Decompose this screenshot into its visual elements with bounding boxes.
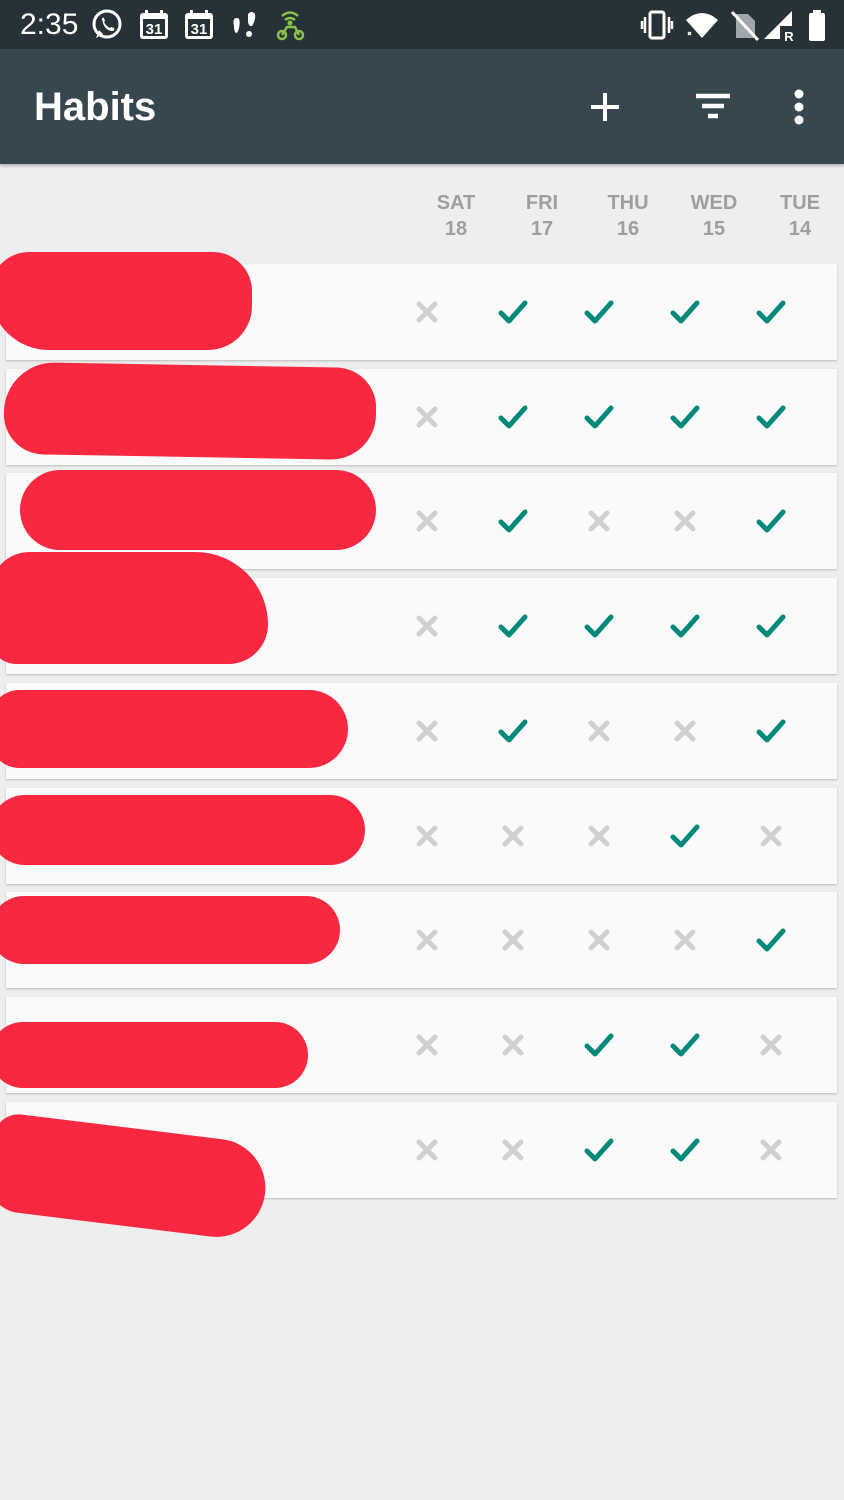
cross-icon[interactable]: [403, 1021, 451, 1069]
day-date: 14: [788, 218, 812, 240]
redaction-mark: [0, 552, 268, 664]
cross-icon[interactable]: [661, 497, 709, 545]
add-icon[interactable]: [579, 81, 631, 133]
check-icon[interactable]: [747, 916, 795, 964]
day-column-header: FRI 17: [502, 190, 582, 242]
cross-icon[interactable]: [489, 812, 537, 860]
cross-icon[interactable]: [403, 497, 451, 545]
redaction-mark: [0, 896, 340, 964]
cross-icon[interactable]: [489, 1021, 537, 1069]
svg-text:R: R: [784, 29, 794, 42]
app-bar: Habits: [0, 49, 844, 164]
check-icon[interactable]: [661, 812, 709, 860]
check-icon[interactable]: [661, 288, 709, 336]
vibrate-icon: [640, 10, 674, 40]
cross-icon[interactable]: [403, 707, 451, 755]
day-date: 15: [702, 218, 726, 240]
cross-icon[interactable]: [575, 812, 623, 860]
cross-icon[interactable]: [403, 1126, 451, 1174]
cross-icon[interactable]: [661, 916, 709, 964]
check-icon[interactable]: [661, 602, 709, 650]
cross-icon[interactable]: [747, 1021, 795, 1069]
check-icon[interactable]: [747, 707, 795, 755]
cross-icon[interactable]: [403, 916, 451, 964]
check-icon[interactable]: [747, 497, 795, 545]
redaction-mark: [3, 361, 377, 461]
cross-icon[interactable]: [489, 916, 537, 964]
delivery-app-icon: [276, 11, 305, 41]
day-column-header: WED 15: [674, 190, 754, 242]
redaction-mark: [0, 1022, 308, 1088]
check-icon[interactable]: [489, 497, 537, 545]
check-icon[interactable]: [661, 1021, 709, 1069]
check-icon[interactable]: [661, 1126, 709, 1174]
check-icon[interactable]: [575, 1021, 623, 1069]
filter-icon[interactable]: [686, 81, 738, 133]
day-date: 18: [444, 218, 468, 240]
day-name: THU: [607, 192, 649, 214]
day-name: WED: [690, 192, 738, 214]
no-sim-icon: [730, 10, 760, 42]
check-icon[interactable]: [661, 393, 709, 441]
check-icon[interactable]: [747, 393, 795, 441]
cross-icon[interactable]: [403, 812, 451, 860]
day-header: SAT 18 FRI 17 THU 16 WED 15 TUE 14: [0, 164, 844, 264]
cross-icon[interactable]: [747, 1126, 795, 1174]
day-name: FRI: [525, 192, 559, 214]
cross-icon[interactable]: [403, 393, 451, 441]
check-icon[interactable]: [747, 602, 795, 650]
cross-icon[interactable]: [575, 497, 623, 545]
day-column-header: SAT 18: [416, 190, 496, 242]
svg-text:31: 31: [191, 21, 208, 38]
cross-icon[interactable]: [403, 288, 451, 336]
wifi-icon: [686, 13, 718, 38]
cross-icon[interactable]: [747, 812, 795, 860]
check-icon[interactable]: [489, 602, 537, 650]
redaction-mark: [20, 470, 376, 550]
status-bar: 2:35 31 31 R: [0, 0, 844, 49]
check-icon[interactable]: [575, 1126, 623, 1174]
redaction-mark: [0, 690, 348, 768]
day-column-header: TUE 14: [760, 190, 840, 242]
check-icon[interactable]: [489, 707, 537, 755]
day-name: TUE: [780, 192, 820, 214]
status-time: 2:35: [20, 8, 79, 41]
cross-icon[interactable]: [575, 707, 623, 755]
check-icon[interactable]: [575, 288, 623, 336]
redaction-mark: [0, 795, 365, 865]
signal-roaming-icon: R: [764, 11, 796, 42]
svg-text:31: 31: [146, 21, 163, 38]
cross-icon[interactable]: [575, 916, 623, 964]
day-date: 16: [616, 218, 640, 240]
check-icon[interactable]: [489, 288, 537, 336]
check-icon[interactable]: [575, 393, 623, 441]
check-icon[interactable]: [575, 602, 623, 650]
page-title: Habits: [34, 85, 157, 129]
notification-icon: [233, 12, 256, 37]
check-icon[interactable]: [489, 393, 537, 441]
day-name: SAT: [436, 192, 476, 214]
battery-icon: [809, 10, 825, 41]
day-date: 17: [530, 218, 554, 240]
whatsapp-icon: [92, 9, 122, 39]
more-vert-icon[interactable]: [773, 81, 825, 133]
cross-icon[interactable]: [661, 707, 709, 755]
cross-icon[interactable]: [489, 1126, 537, 1174]
calendar-31-icon: 31: [140, 10, 168, 39]
cross-icon[interactable]: [403, 602, 451, 650]
calendar-31-icon: 31: [185, 10, 213, 39]
redaction-mark: [0, 252, 252, 350]
check-icon[interactable]: [747, 288, 795, 336]
day-column-header: THU 16: [588, 190, 668, 242]
